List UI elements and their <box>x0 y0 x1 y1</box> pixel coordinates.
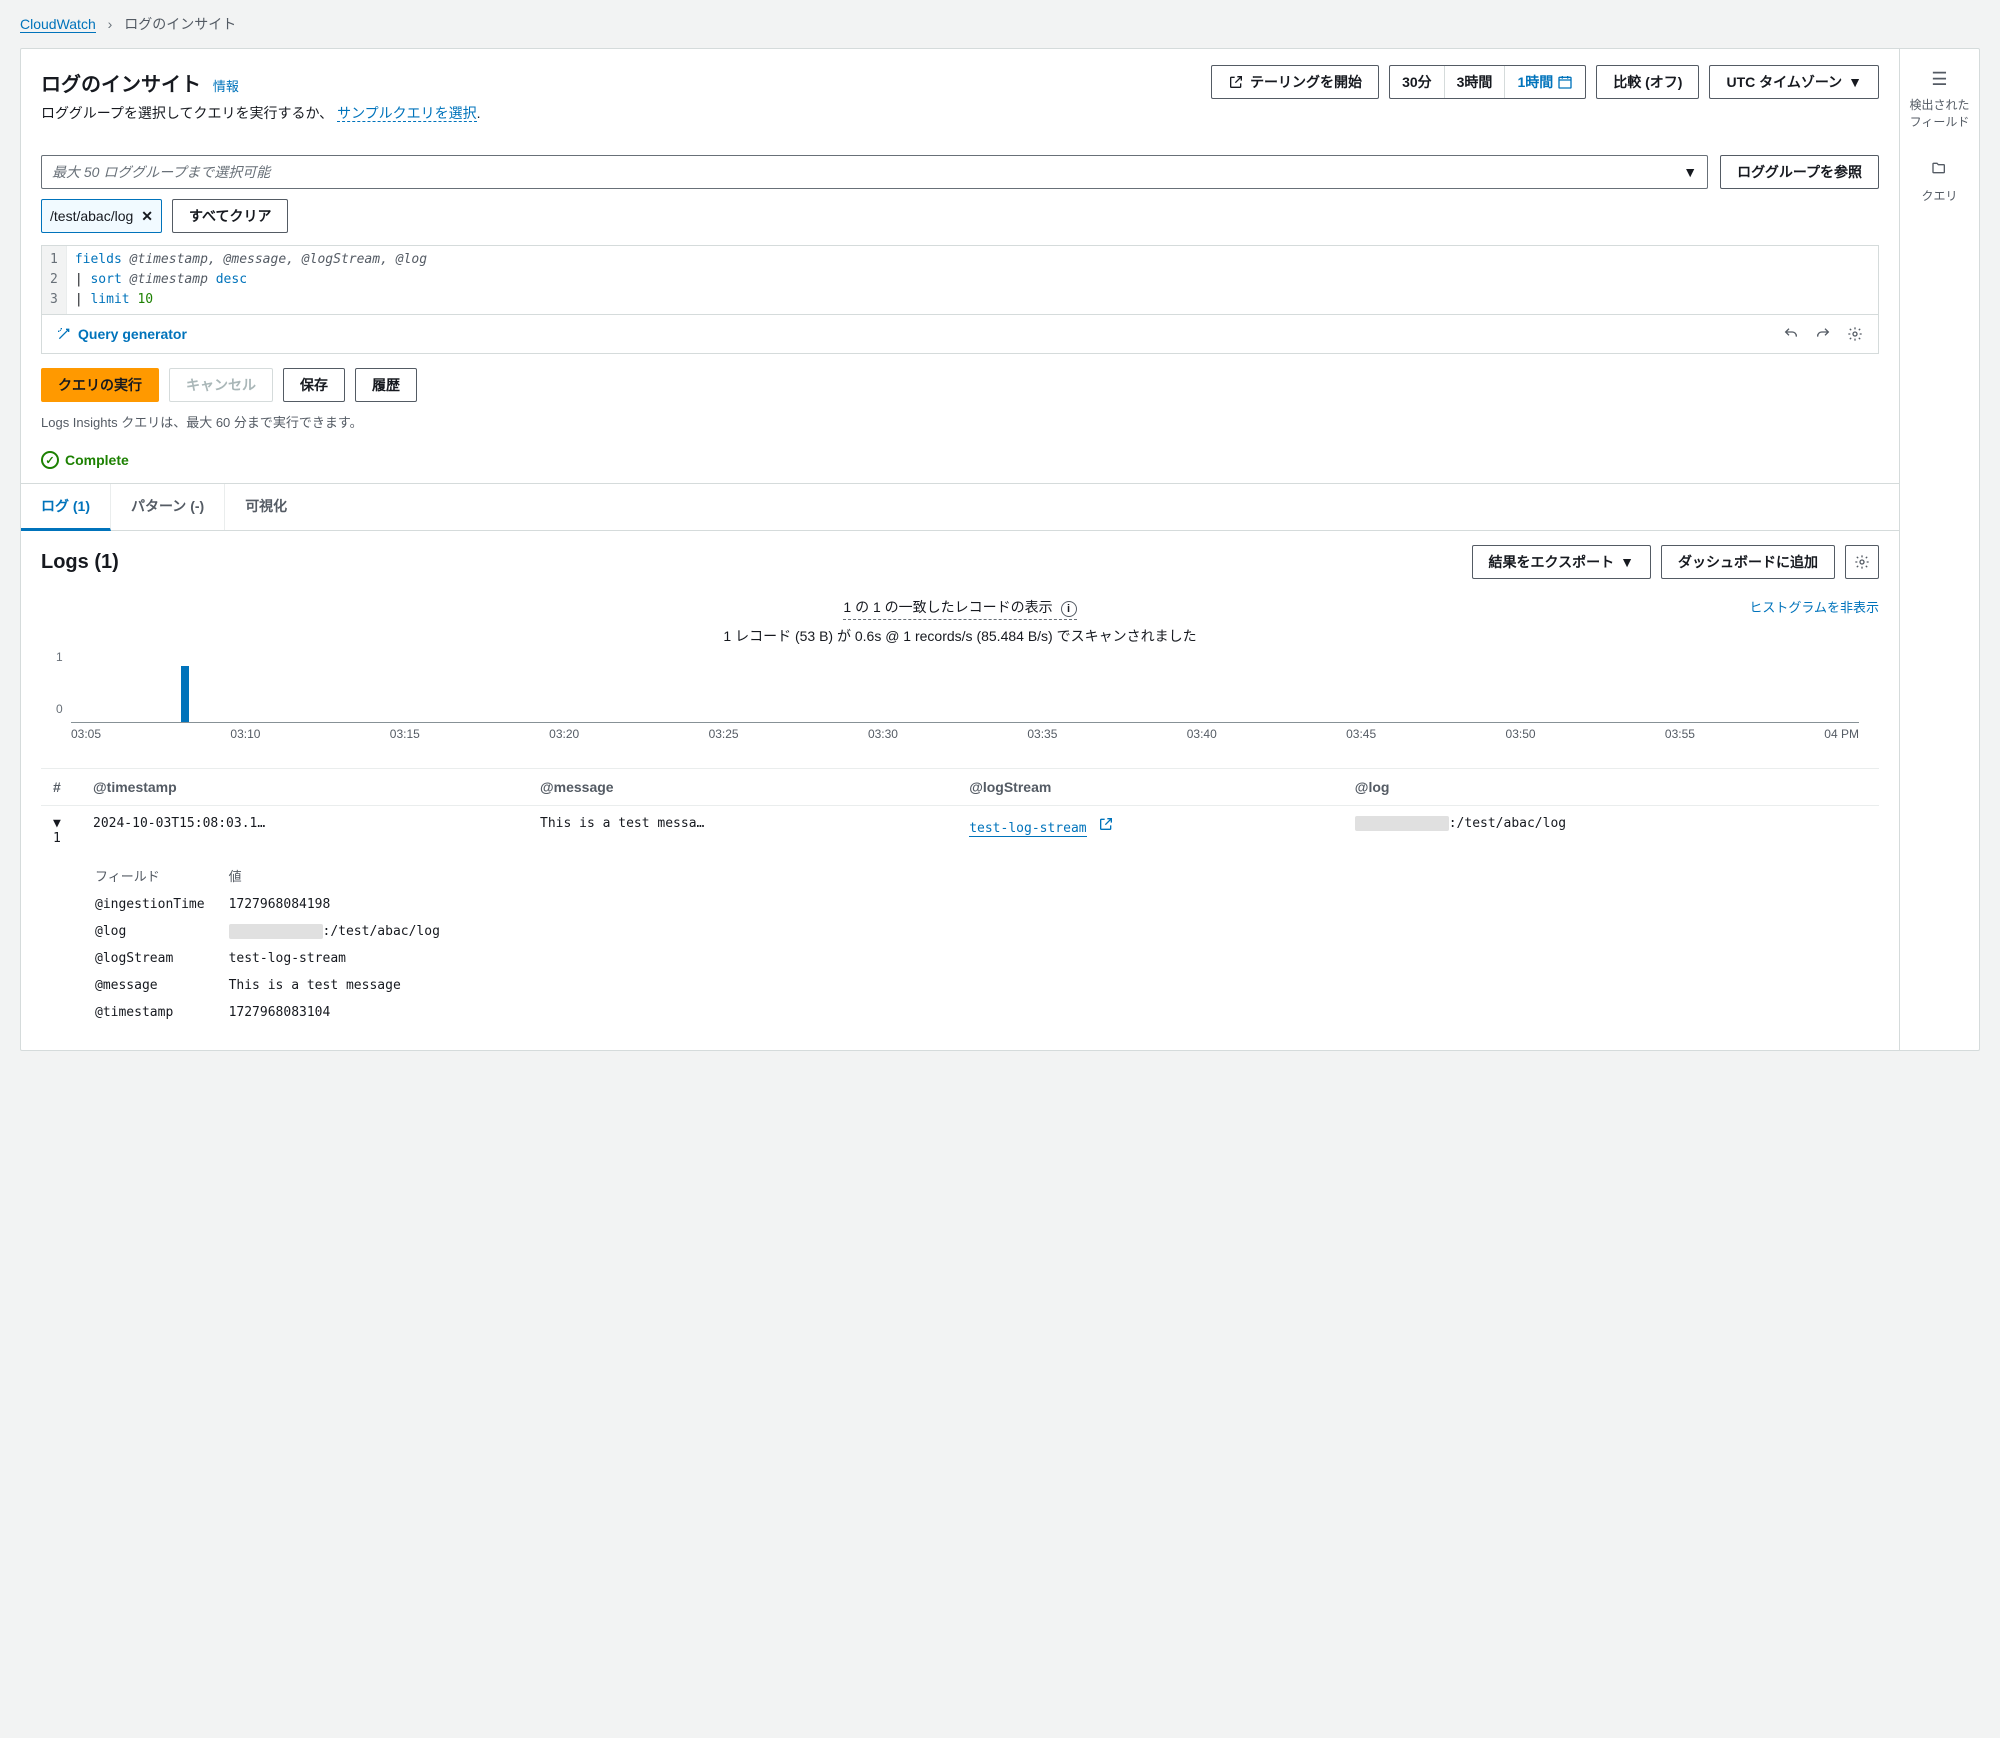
query-generator-link[interactable]: Query generator <box>56 326 187 342</box>
redacted-account: ████████████ <box>1355 816 1449 831</box>
histogram-chart: 1 0 03:0503:1003:1503:2003:2503:3003:350… <box>21 650 1899 760</box>
range-3h[interactable]: 3時間 <box>1445 66 1506 98</box>
history-button[interactable]: 履歴 <box>355 368 417 402</box>
info-link[interactable]: 情報 <box>213 79 239 94</box>
side-rail: ☰ 検出されたフィールド クエリ <box>1899 49 1979 1050</box>
caret-down-icon: ▼ <box>1620 554 1634 570</box>
page-title: ログのインサイト <box>41 68 201 97</box>
tab-logs[interactable]: ログ (1) <box>21 484 111 531</box>
breadcrumb-current: ログのインサイト <box>124 16 236 32</box>
scanned-info: 1 レコード (53 B) が 0.6s @ 1 records/s (85.4… <box>41 626 1879 646</box>
add-to-dashboard-button[interactable]: ダッシュボードに追加 <box>1661 545 1835 579</box>
tab-patterns[interactable]: パターン (-) <box>111 484 225 530</box>
status-complete: ✓ Complete <box>21 443 1899 483</box>
gear-icon <box>1854 554 1870 570</box>
editor-code[interactable]: fields @timestamp, @message, @logStream,… <box>67 246 1878 314</box>
col-num[interactable]: # <box>41 769 81 806</box>
wand-icon <box>56 326 72 342</box>
breadcrumb: CloudWatch › ログのインサイト <box>0 0 2000 48</box>
table-row[interactable]: ▼ 1 2024-10-03T15:08:03.1… This is a tes… <box>41 806 1879 857</box>
caret-down-icon: ▼ <box>1683 164 1697 180</box>
col-message[interactable]: @message <box>528 769 957 806</box>
col-timestamp[interactable]: @timestamp <box>81 769 528 806</box>
col-log[interactable]: @log <box>1343 769 1879 806</box>
log-group-select[interactable]: 最大 50 ロググループまで選択可能 ▼ <box>41 155 1708 189</box>
compare-button[interactable]: 比較 (オフ) <box>1596 65 1699 99</box>
export-results-button[interactable]: 結果をエクスポート ▼ <box>1472 545 1651 579</box>
tab-visualization[interactable]: 可視化 <box>225 484 307 530</box>
breadcrumb-root[interactable]: CloudWatch <box>20 16 96 33</box>
range-30m[interactable]: 30分 <box>1390 66 1445 98</box>
chip-remove-icon[interactable]: ✕ <box>141 208 153 225</box>
subhead: ロググループを選択してクエリを実行するか、 サンプルクエリを選択. <box>21 103 1899 139</box>
time-range-group: 30分 3時間 1時間 <box>1389 65 1586 99</box>
calendar-icon <box>1557 74 1573 90</box>
main-panel: ログのインサイト 情報 テーリングを開始 30分 3時間 1時間 <box>20 48 1980 1051</box>
editor-gutter: 123 <box>42 246 67 314</box>
menu-icon: ☰ <box>1931 69 1947 90</box>
sample-query-link[interactable]: サンプルクエリを選択 <box>337 105 477 122</box>
row-toggle-icon[interactable]: ▼ <box>53 816 61 831</box>
run-query-button[interactable]: クエリの実行 <box>41 368 159 402</box>
log-stream-link[interactable]: test-log-stream <box>969 821 1086 837</box>
logs-title: Logs (1) <box>41 551 119 574</box>
external-link-icon[interactable] <box>1098 821 1114 836</box>
check-circle-icon: ✓ <box>41 451 59 469</box>
query-limit-note: Logs Insights クエリは、最大 60 分まで実行できます。 <box>21 408 1899 443</box>
redo-icon[interactable] <box>1814 325 1832 343</box>
cancel-button: キャンセル <box>169 368 273 402</box>
external-icon <box>1228 74 1244 90</box>
breadcrumb-sep: › <box>108 16 113 32</box>
log-group-chip: /test/abac/log ✕ <box>41 199 162 233</box>
caret-down-icon: ▼ <box>1848 74 1862 90</box>
undo-icon[interactable] <box>1782 325 1800 343</box>
folder-icon <box>1931 160 1947 181</box>
browse-log-groups-button[interactable]: ロググループを参照 <box>1720 155 1879 189</box>
results-table: # @timestamp @message @logStream @log ▼ … <box>41 768 1879 1030</box>
chip-label: /test/abac/log <box>50 208 133 224</box>
query-editor: 123 fields @timestamp, @message, @logStr… <box>41 245 1879 354</box>
clear-all-button[interactable]: すべてクリア <box>172 199 288 233</box>
save-button[interactable]: 保存 <box>283 368 345 402</box>
info-circle-icon[interactable]: i <box>1061 601 1077 617</box>
matched-records-info: 1 の 1 の一致したレコードの表示 i <box>843 597 1076 620</box>
settings-icon[interactable] <box>1846 325 1864 343</box>
tailing-start-button[interactable]: テーリングを開始 <box>1211 65 1379 99</box>
timezone-button[interactable]: UTC タイムゾーン ▼ <box>1709 65 1879 99</box>
row-detail: フィールド 値 @ingestionTime1727968084198@log█… <box>41 856 1879 1030</box>
col-logstream[interactable]: @logStream <box>957 769 1343 806</box>
table-settings-button[interactable] <box>1845 545 1879 579</box>
range-1h[interactable]: 1時間 <box>1505 66 1585 98</box>
side-detected-fields[interactable]: ☰ 検出されたフィールド <box>1900 69 1979 130</box>
side-queries[interactable]: クエリ <box>1915 160 1963 204</box>
result-tabs: ログ (1) パターン (-) 可視化 <box>21 483 1899 531</box>
hide-histogram-link[interactable]: ヒストグラムを非表示 <box>1749 597 1879 616</box>
